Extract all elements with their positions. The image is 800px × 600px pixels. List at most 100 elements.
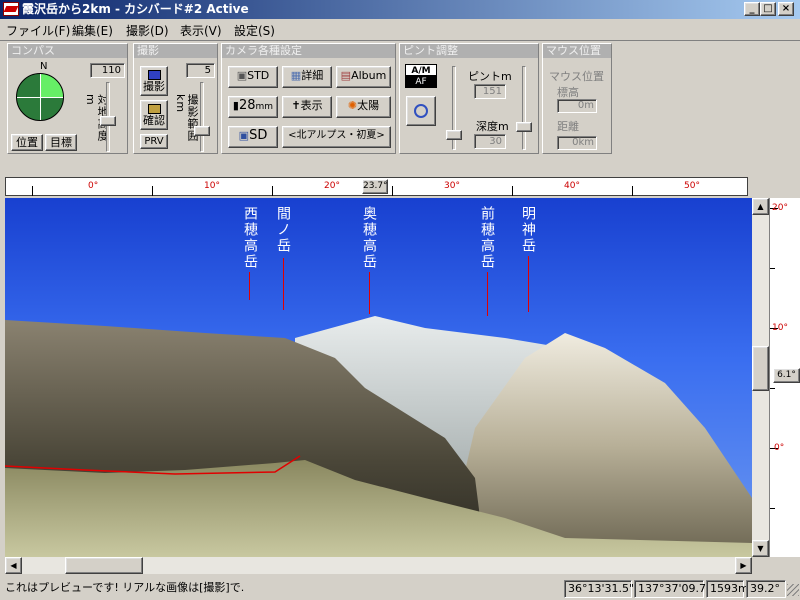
- sd-icon: ▣: [238, 129, 250, 142]
- menu-shoot[interactable]: 撮影(D): [126, 22, 169, 39]
- ruler-label: 40°: [564, 181, 580, 191]
- shoot-button-label: 撮影: [143, 80, 165, 93]
- relative-height-value[interactable]: 110: [90, 63, 125, 78]
- mouse-dist-value: 0km: [557, 136, 597, 150]
- peak-label[interactable]: 前穂高岳: [479, 206, 495, 270]
- sun-button[interactable]: ✺太陽: [336, 96, 391, 118]
- shoot-range-slider[interactable]: [194, 126, 210, 136]
- elevation-scale[interactable]: 20° 10° 0° 6.1°: [769, 198, 800, 557]
- vscroll-thumb[interactable]: [752, 346, 769, 391]
- confirm-button[interactable]: 確認: [140, 100, 168, 130]
- maximize-icon[interactable]: □: [760, 2, 776, 16]
- album-icon: ▤: [340, 69, 352, 82]
- std-button[interactable]: ▣STD: [228, 66, 278, 88]
- close-icon[interactable]: ×: [778, 2, 794, 16]
- depth-slider[interactable]: [516, 122, 532, 132]
- menu-view[interactable]: 表示(V): [180, 22, 222, 39]
- compass-north: N: [40, 61, 48, 72]
- detail-label: 詳細: [301, 69, 324, 82]
- ruler-label: 50°: [684, 181, 700, 191]
- status-bar: これはプレビューです! リアルな画像は[撮影]で. 36°13'31.5" 13…: [0, 578, 800, 600]
- vertical-scrollbar[interactable]: ▲ ▼: [752, 198, 769, 557]
- scroll-right-icon[interactable]: ▶: [735, 557, 752, 574]
- preset-button[interactable]: <北アルプス・初夏>: [282, 126, 391, 148]
- depth-label: 深度m: [476, 120, 509, 133]
- display-label: 表示: [300, 99, 323, 112]
- mouse-panel: マウス位置 マウス位置 標高 0m 距離 0km: [542, 43, 612, 154]
- menu-edit[interactable]: 編集(E): [72, 22, 113, 39]
- status-altitude: 1593m: [706, 580, 749, 598]
- scroll-up-icon[interactable]: ▲: [752, 198, 769, 215]
- confirm-button-label: 確認: [143, 114, 165, 127]
- depth-value[interactable]: 30: [474, 134, 506, 149]
- am-toggle[interactable]: A/M: [405, 64, 437, 76]
- mouse-dist-label: 距離: [557, 120, 579, 133]
- signpost-icon: ✝: [291, 99, 301, 112]
- minimize-icon[interactable]: _: [744, 2, 760, 16]
- sd-label: SD: [249, 128, 268, 143]
- album-label: Album: [351, 69, 387, 82]
- resize-grip-icon[interactable]: [787, 584, 799, 596]
- horizontal-scrollbar[interactable]: ◀ ▶: [5, 557, 752, 574]
- ruler-current-marker[interactable]: 23.7°: [362, 179, 388, 194]
- scroll-left-icon[interactable]: ◀: [5, 557, 22, 574]
- camera-panel: カメラ各種設定 ▣STD ▦詳細 ▤Album ▮28mm ✝表示 ✺太陽 ▣S…: [221, 43, 396, 154]
- elev-label: 10°: [772, 323, 788, 333]
- position-button[interactable]: 位置: [11, 134, 43, 151]
- display-button[interactable]: ✝表示: [282, 96, 332, 118]
- compass-dial[interactable]: [16, 73, 64, 121]
- mouse-height-label: 標高: [557, 86, 579, 99]
- ruler-label: 0°: [88, 181, 99, 191]
- shoot-panel: 撮影 撮影 確認 PRV 5 撮影範囲km: [133, 43, 218, 154]
- shoot-range-label: 撮影範囲km: [174, 94, 199, 142]
- elev-label: 20°: [772, 203, 788, 213]
- menu-file[interactable]: ファイル(F): [6, 22, 70, 39]
- relative-height-slider[interactable]: [100, 116, 116, 126]
- azimuth-ruler[interactable]: 0° 10° 20° 30° 40° 50° 23.7°: [5, 177, 748, 196]
- sun-label: 太陽: [357, 99, 380, 112]
- sd-button[interactable]: ▣SD: [228, 126, 278, 148]
- peak-label[interactable]: 奥穂高岳: [361, 206, 377, 270]
- peak-label[interactable]: 明神岳: [520, 206, 536, 254]
- camera-icon: [148, 70, 161, 80]
- focus-slider[interactable]: [446, 130, 462, 140]
- focus-title: ピント調整: [400, 44, 538, 58]
- album-button[interactable]: ▤Album: [336, 66, 391, 88]
- compass-panel: コンパス N 110 対地高度m 位置 目標: [7, 43, 128, 154]
- peak-label[interactable]: 間ノ岳: [275, 206, 291, 254]
- hscroll-thumb[interactable]: [65, 557, 143, 574]
- landscape-view[interactable]: 西穂高岳 間ノ岳 奥穂高岳 前穂高岳 明神岳: [5, 198, 752, 557]
- shoot-range-value[interactable]: 5: [186, 63, 215, 78]
- lens-button[interactable]: ▮28mm: [228, 96, 278, 118]
- terrain-render: [5, 316, 752, 557]
- elev-current-marker[interactable]: 6.1°: [773, 368, 800, 383]
- camera-title: カメラ各種設定: [222, 44, 395, 58]
- title-bar: 霞沢岳から2km - カシバード#2 Active: [0, 0, 800, 19]
- menu-bar: ファイル(F) 編集(E) 撮影(D) 表示(V) 設定(S): [0, 19, 800, 39]
- status-longitude: 137°37'09.7": [634, 580, 711, 598]
- mouse-title: マウス位置: [543, 44, 611, 58]
- std-label: STD: [247, 69, 270, 82]
- menu-settings[interactable]: 設定(S): [234, 22, 275, 39]
- focus-label: ピントm: [468, 70, 512, 83]
- prv-button[interactable]: PRV: [140, 134, 168, 149]
- ruler-label: 20°: [324, 181, 340, 191]
- focus-target-button[interactable]: [406, 96, 436, 126]
- toolbar-gap: [0, 158, 800, 175]
- mouse-height-value: 0m: [557, 99, 597, 113]
- focus-value[interactable]: 151: [474, 84, 506, 99]
- sun-icon: ✺: [347, 99, 358, 112]
- lens-unit: mm: [255, 102, 274, 112]
- app-icon[interactable]: [3, 2, 19, 16]
- af-toggle[interactable]: AF: [405, 76, 437, 88]
- scroll-down-icon[interactable]: ▼: [752, 540, 769, 557]
- window-title: 霞沢岳から2km - カシバード#2 Active: [22, 2, 249, 16]
- shoot-button[interactable]: 撮影: [140, 66, 168, 96]
- ruler-label: 30°: [444, 181, 460, 191]
- std-icon: ▣: [236, 69, 248, 82]
- detail-button[interactable]: ▦詳細: [282, 66, 332, 88]
- peak-label[interactable]: 西穂高岳: [242, 206, 258, 270]
- target-button[interactable]: 目標: [45, 134, 77, 151]
- crosshair-icon: [414, 104, 428, 118]
- status-latitude: 36°13'31.5": [564, 580, 634, 598]
